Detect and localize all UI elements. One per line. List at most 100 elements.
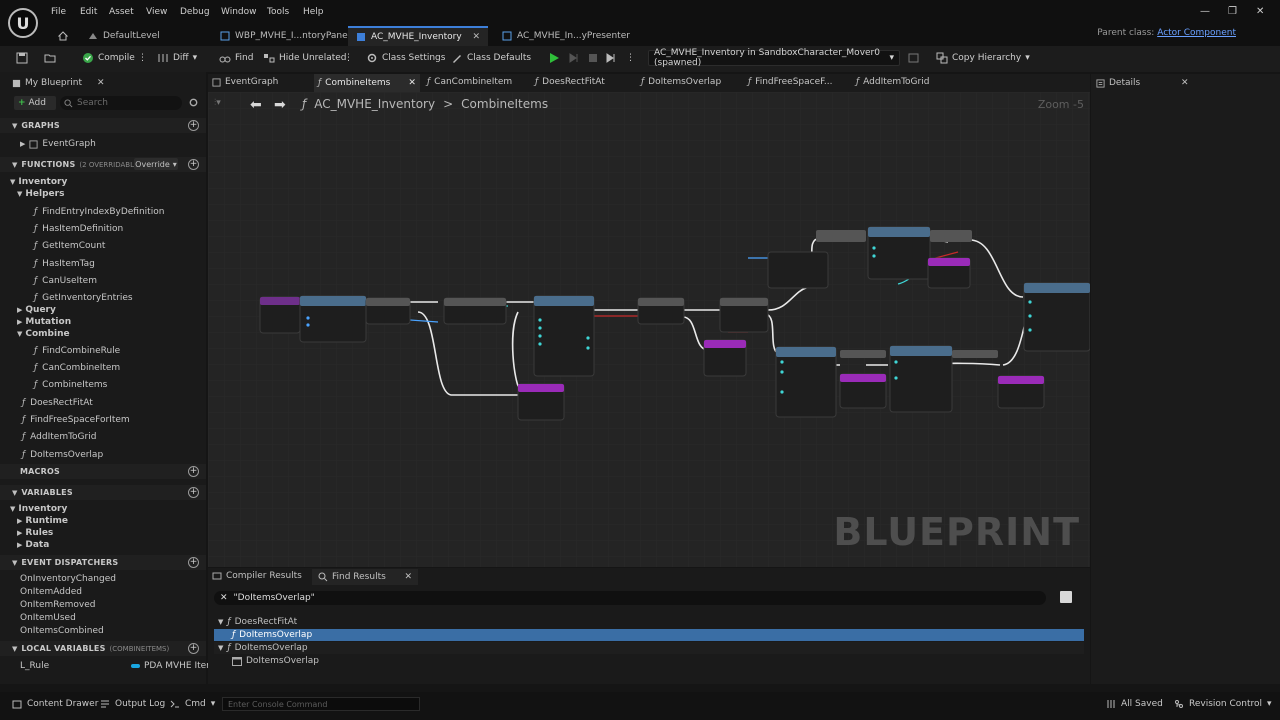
local-var-name[interactable]: L_Rule bbox=[20, 661, 49, 671]
graph-tab-eventgraph[interactable]: EventGraph bbox=[212, 77, 278, 87]
output-log-button[interactable]: Output Log bbox=[100, 699, 165, 709]
menu-window[interactable]: Window bbox=[221, 7, 257, 17]
tab-find-results[interactable]: Find Results ✕ bbox=[312, 569, 418, 585]
maximize-icon[interactable]: ❐ bbox=[1228, 6, 1237, 17]
function-item[interactable]: ƒ HasItemTag bbox=[34, 256, 164, 273]
local-var-type[interactable]: PDA MVHE Iter bbox=[131, 661, 210, 671]
doc-tab-presenter[interactable]: AC_MVHE_In...yPresenter bbox=[494, 26, 638, 46]
var-category-runtime[interactable]: ▶ Runtime bbox=[17, 516, 68, 526]
more-options-icon[interactable]: ⋮ bbox=[344, 51, 353, 65]
function-item[interactable]: ƒ FindFreeSpaceForItem bbox=[22, 412, 130, 429]
back-arrow-icon[interactable]: ⬅ bbox=[250, 97, 262, 113]
override-dropdown[interactable]: Override ▾ bbox=[134, 158, 178, 170]
category-query[interactable]: ▶ Query bbox=[17, 305, 56, 315]
local-vars-section[interactable]: ▼ LOCAL VARIABLES (COMBINEITEMS) bbox=[0, 641, 206, 656]
var-category-rules[interactable]: ▶ Rules bbox=[17, 528, 53, 538]
clear-search-icon[interactable]: ✕ bbox=[220, 593, 228, 603]
function-item[interactable]: ƒ GetItemCount bbox=[34, 238, 164, 255]
find-button[interactable]: Find bbox=[219, 51, 253, 65]
var-category-data[interactable]: ▶ Data bbox=[17, 540, 49, 550]
all-saved-button[interactable]: All Saved bbox=[1106, 699, 1163, 709]
category-inventory[interactable]: ▼ Inventory bbox=[10, 177, 67, 187]
function-item[interactable]: ƒ DoesRectFitAt bbox=[22, 395, 130, 412]
revision-control-button[interactable]: Revision Control ▾ bbox=[1174, 699, 1272, 709]
more-options-icon[interactable]: ⋮ bbox=[626, 51, 635, 65]
debug-object-dropdown[interactable]: AC_MVHE_Inventory in SandboxCharacter_Mo… bbox=[648, 48, 900, 68]
add-macro-icon[interactable]: + bbox=[188, 466, 199, 477]
hide-unrelated-button[interactable]: Hide Unrelated bbox=[263, 51, 347, 65]
dispatcher-item[interactable]: OnInventoryChanged bbox=[20, 573, 116, 586]
dispatcher-item[interactable]: OnItemAdded bbox=[20, 586, 116, 599]
home-icon[interactable] bbox=[50, 26, 76, 46]
breadcrumb-leaf[interactable]: CombineItems bbox=[461, 97, 548, 111]
level-tab[interactable]: DefaultLevel bbox=[80, 26, 168, 46]
copy-hierarchy-button[interactable]: Copy Hierarchy ▾ bbox=[936, 51, 1030, 65]
doc-tab-inventory[interactable]: AC_MVHE_Inventory ✕ bbox=[348, 26, 488, 46]
function-item[interactable]: ƒ CanCombineItem bbox=[34, 360, 120, 377]
result-row[interactable]: ▼ ƒ DoItemsOverlap bbox=[214, 642, 1084, 654]
result-row[interactable]: ▼ ƒ DoesRectFitAt bbox=[214, 616, 1084, 628]
dispatcher-item[interactable]: OnItemsCombined bbox=[20, 625, 116, 638]
dispatchers-section[interactable]: ▼ EVENT DISPATCHERS bbox=[0, 555, 206, 570]
minimize-icon[interactable]: — bbox=[1200, 6, 1210, 17]
stop-button[interactable] bbox=[587, 51, 599, 65]
category-mutation[interactable]: ▶ Mutation bbox=[17, 317, 71, 327]
result-row-selected[interactable]: ƒ DoItemsOverlap bbox=[214, 629, 1084, 641]
graph-tab-combineitems[interactable]: ƒ CombineItems ✕ bbox=[314, 74, 420, 92]
add-button[interactable]: + Add bbox=[14, 96, 56, 110]
menu-edit[interactable]: Edit bbox=[80, 7, 97, 17]
graph-tab-findfreespace[interactable]: ƒ FindFreeSpaceF... bbox=[748, 77, 832, 87]
close-tab-icon[interactable]: ✕ bbox=[408, 78, 416, 88]
browse-icon[interactable] bbox=[44, 51, 56, 65]
more-options-icon[interactable]: ⋮ bbox=[138, 51, 147, 65]
function-item[interactable]: ƒ FindCombineRule bbox=[34, 343, 120, 360]
add-local-var-icon[interactable]: + bbox=[188, 643, 199, 654]
graph-view-options-icon[interactable]: ⫶▾ bbox=[214, 98, 221, 108]
menu-asset[interactable]: Asset bbox=[109, 7, 134, 17]
function-item[interactable]: ƒ DoItemsOverlap bbox=[22, 447, 130, 464]
function-item[interactable]: ƒ CombineItems bbox=[34, 377, 120, 394]
my-blueprint-tab[interactable]: My Blueprint bbox=[12, 78, 82, 88]
category-helpers[interactable]: ▼ Helpers bbox=[17, 189, 64, 199]
cmd-dropdown[interactable]: Cmd ▾ bbox=[170, 699, 215, 709]
doc-tab-widget[interactable]: WBP_MVHE_I...ntoryPanel bbox=[212, 26, 358, 46]
var-category-inventory[interactable]: ▼ Inventory bbox=[10, 504, 67, 514]
dispatcher-item[interactable]: OnItemRemoved bbox=[20, 599, 116, 612]
menu-view[interactable]: View bbox=[146, 7, 167, 17]
macros-section[interactable]: MACROS bbox=[0, 464, 206, 479]
search-field[interactable]: Search bbox=[60, 96, 182, 110]
add-dispatcher-icon[interactable]: + bbox=[188, 557, 199, 568]
close-tab-icon[interactable]: ✕ bbox=[472, 32, 480, 42]
graph-canvas[interactable]: ⫶▾ ⬅ ➡ ƒ AC_MVHE_Inventory > CombineItem… bbox=[208, 92, 1090, 567]
diff-button[interactable]: Diff ▾ bbox=[157, 51, 197, 65]
play-button[interactable] bbox=[548, 51, 560, 65]
console-input[interactable]: Enter Console Command bbox=[222, 697, 420, 711]
close-tab-icon[interactable]: ✕ bbox=[404, 572, 412, 582]
content-drawer-button[interactable]: Content Drawer bbox=[12, 699, 98, 709]
forward-arrow-icon[interactable]: ➡ bbox=[274, 97, 286, 113]
menu-tools[interactable]: Tools bbox=[267, 7, 289, 17]
find-in-all-blueprints-icon[interactable] bbox=[1060, 591, 1072, 603]
function-item[interactable]: ƒ CanUseItem bbox=[34, 273, 164, 290]
unreal-logo-icon[interactable]: U bbox=[8, 8, 38, 38]
close-window-icon[interactable]: ✕ bbox=[1256, 6, 1264, 17]
graph-tab-doesrectfitat[interactable]: ƒ DoesRectFitAt bbox=[535, 77, 605, 87]
add-function-icon[interactable]: + bbox=[188, 159, 199, 170]
settings-gear-icon[interactable] bbox=[188, 97, 199, 108]
compile-button[interactable]: Compile bbox=[82, 51, 135, 65]
menu-file[interactable]: File bbox=[51, 7, 66, 17]
parent-class-link[interactable]: Actor Component bbox=[1157, 28, 1236, 38]
class-defaults-button[interactable]: Class Defaults bbox=[451, 51, 531, 65]
dispatcher-item[interactable]: OnItemUsed bbox=[20, 612, 116, 625]
add-graph-icon[interactable]: + bbox=[188, 120, 199, 131]
graph-tab-doitemsoverlap[interactable]: ƒ DoItemsOverlap bbox=[641, 77, 721, 87]
add-variable-icon[interactable]: + bbox=[188, 487, 199, 498]
menu-debug[interactable]: Debug bbox=[180, 7, 210, 17]
menu-help[interactable]: Help bbox=[303, 7, 324, 17]
eject-button[interactable] bbox=[605, 51, 617, 65]
function-item[interactable]: ƒ FindEntryIndexByDefinition bbox=[34, 204, 164, 221]
breadcrumb-root[interactable]: AC_MVHE_Inventory bbox=[314, 97, 435, 111]
class-settings-button[interactable]: Class Settings bbox=[366, 51, 445, 65]
graph-tab-additemtogrid[interactable]: ƒ AddItemToGrid bbox=[856, 77, 929, 87]
close-icon[interactable]: ✕ bbox=[1181, 78, 1189, 88]
